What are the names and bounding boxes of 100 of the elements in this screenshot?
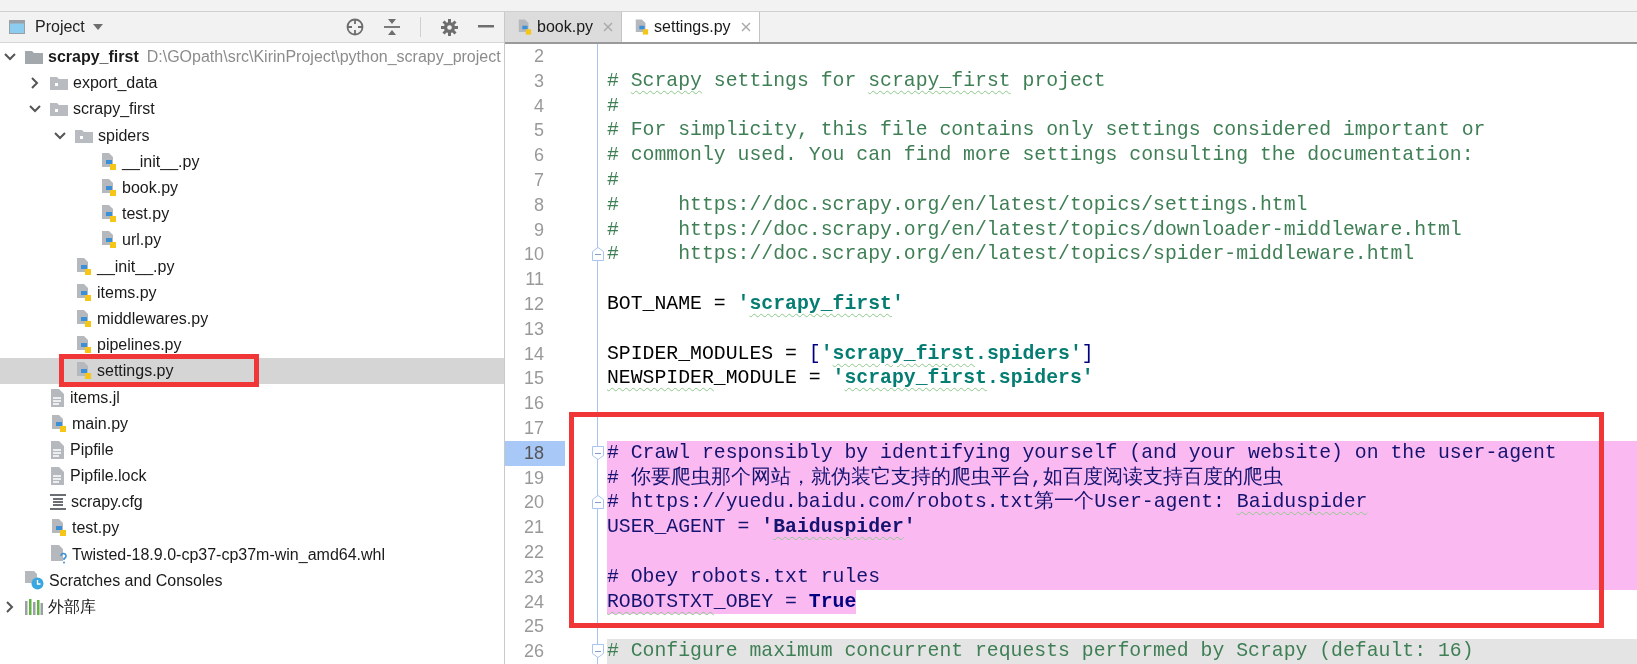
tree-item[interactable]: test.py: [0, 515, 504, 542]
tree-item[interactable]: 外部库: [0, 593, 504, 621]
unfold-icon[interactable]: [592, 495, 604, 510]
close-icon[interactable]: [740, 22, 751, 32]
chevron-icon[interactable]: [29, 104, 41, 115]
tree-item[interactable]: export_data: [0, 70, 504, 97]
python-file-icon: [517, 18, 532, 36]
python-file-icon: [100, 179, 117, 198]
misspelled-word: Scrapy: [630, 69, 702, 92]
code-line: # For simplicity, this file contains only settings considered important or: [607, 118, 1486, 144]
settings-icon[interactable]: [441, 18, 458, 36]
code-line: # Scrapy settings for scrapy_first project: [607, 68, 1106, 94]
tree-item[interactable]: url.py: [0, 227, 504, 254]
panel-title[interactable]: Project: [35, 18, 85, 36]
line-number: 16: [522, 392, 545, 416]
line-number: 20: [522, 491, 545, 515]
tree-item[interactable]: Twisted-18.9.0-cp37-cp37m-win_amd64.whl: [0, 541, 504, 568]
scratch-file-icon: [25, 571, 44, 591]
line-number: 26: [522, 640, 545, 664]
code-line: #: [607, 93, 619, 119]
line-number: 13: [522, 317, 545, 341]
code-line: #: [607, 168, 619, 193]
line-number: 23: [522, 565, 545, 589]
project-path: D:\GOpath\src\KirinProject\python_scrapy_project: [146, 48, 501, 67]
tree-item[interactable]: items.py: [0, 279, 504, 306]
tree-item[interactable]: scrapy_first: [0, 96, 504, 123]
folder-icon: [50, 102, 68, 117]
editor-tab[interactable]: book.py: [505, 12, 623, 42]
misspelled-word: Baiduspider: [1236, 491, 1368, 514]
collapse-icon[interactable]: [384, 18, 400, 36]
chevron-icon[interactable]: [4, 52, 16, 63]
tree-item[interactable]: items.jl: [0, 384, 504, 411]
tree-item[interactable]: pipelines.py: [0, 332, 504, 359]
line-number: 21: [522, 516, 545, 540]
line-number: 25: [522, 615, 545, 639]
python-file-icon: [75, 283, 92, 302]
text-file-icon: [50, 467, 65, 486]
line-number: 17: [522, 416, 545, 440]
misspelled-word: scrapy_first: [868, 69, 1011, 92]
line-number: 5: [533, 119, 545, 143]
code-line: # https://doc.scrapy.org/en/latest/topics/spider-middleware.html: [607, 242, 1415, 268]
code-line: # https://doc.scrapy.org/en/latest/topics/settings.html: [607, 192, 1308, 218]
chevron-icon[interactable]: [5, 601, 15, 614]
chevron-icon[interactable]: [54, 130, 66, 141]
tree-item[interactable]: scrapy.cfg: [0, 489, 504, 516]
tree-item[interactable]: settings.py: [0, 358, 504, 385]
chevron-icon[interactable]: [30, 77, 40, 90]
code-line: BOT_NAME = 'scrapy_first': [607, 291, 904, 317]
python-file-icon: [100, 205, 117, 224]
line-number: 15: [522, 367, 545, 391]
line-number: 4: [533, 94, 545, 118]
tree-item[interactable]: middlewares.py: [0, 305, 504, 333]
python-file-icon: [75, 336, 92, 355]
tree-item[interactable]: __init__.py: [0, 148, 504, 175]
line-number: 19: [522, 466, 545, 490]
tree-item[interactable]: Scratches and Consoles: [0, 567, 504, 594]
panel-icon: [9, 20, 25, 34]
tree-item[interactable]: scrapy_first D:\GOpath\src\KirinProject\python_scrapy_project: [0, 44, 504, 71]
minimize-icon[interactable]: [478, 25, 494, 29]
line-number: 8: [533, 193, 545, 217]
fold-icon[interactable]: [592, 445, 604, 460]
misspelled-word: scrapy_first: [832, 342, 975, 365]
line-number: 24: [522, 590, 545, 614]
folder-icon: [50, 76, 68, 91]
line-number: 2: [533, 45, 545, 68]
misspelled-word: ROBOTSTXT: [607, 590, 714, 613]
caret-icon[interactable]: [92, 24, 103, 30]
line-number: 11: [524, 268, 545, 292]
editor-tab[interactable]: settings.py: [622, 12, 760, 42]
tree-item[interactable]: Pipfile: [0, 436, 504, 463]
unknown-file-icon: [50, 545, 67, 565]
python-file-icon: [100, 231, 117, 250]
tree-item[interactable]: __init__.py: [0, 253, 504, 280]
fold-icon[interactable]: [592, 644, 604, 659]
python-file-icon: [634, 18, 650, 36]
line-number: 3: [533, 69, 545, 93]
code-line: SPIDER_MODULES = ['scrapy_first.spiders']: [607, 341, 1094, 367]
misspelled-word: scrapy_first: [844, 367, 987, 390]
python-file-icon: [100, 152, 117, 171]
line-number: 9: [533, 218, 545, 242]
line-number: 22: [522, 540, 545, 564]
tree-item[interactable]: main.py: [0, 410, 504, 437]
python-file-icon: [50, 519, 67, 538]
tree-item[interactable]: book.py: [0, 174, 504, 202]
code-line: # https://doc.scrapy.org/en/latest/topics/downloader-middleware.html: [607, 217, 1462, 243]
unfold-icon[interactable]: [592, 247, 604, 262]
tree-item[interactable]: test.py: [0, 201, 504, 228]
code-line: # commonly used. You can find more settings consulting the documentation:: [607, 143, 1474, 168]
text-file-icon: [50, 440, 65, 459]
line-number: 6: [533, 144, 545, 168]
library-icon: [25, 599, 43, 616]
text-file-icon: [50, 388, 65, 407]
locate-icon[interactable]: [346, 18, 364, 36]
python-file-icon: [75, 309, 92, 328]
python-file-icon: [50, 414, 67, 433]
line-number: 7: [533, 169, 545, 192]
folder-icon: [75, 128, 93, 143]
tree-item[interactable]: spiders: [0, 122, 504, 149]
tree-item[interactable]: Pipfile.lock: [0, 463, 504, 490]
line-number: 14: [522, 342, 545, 366]
